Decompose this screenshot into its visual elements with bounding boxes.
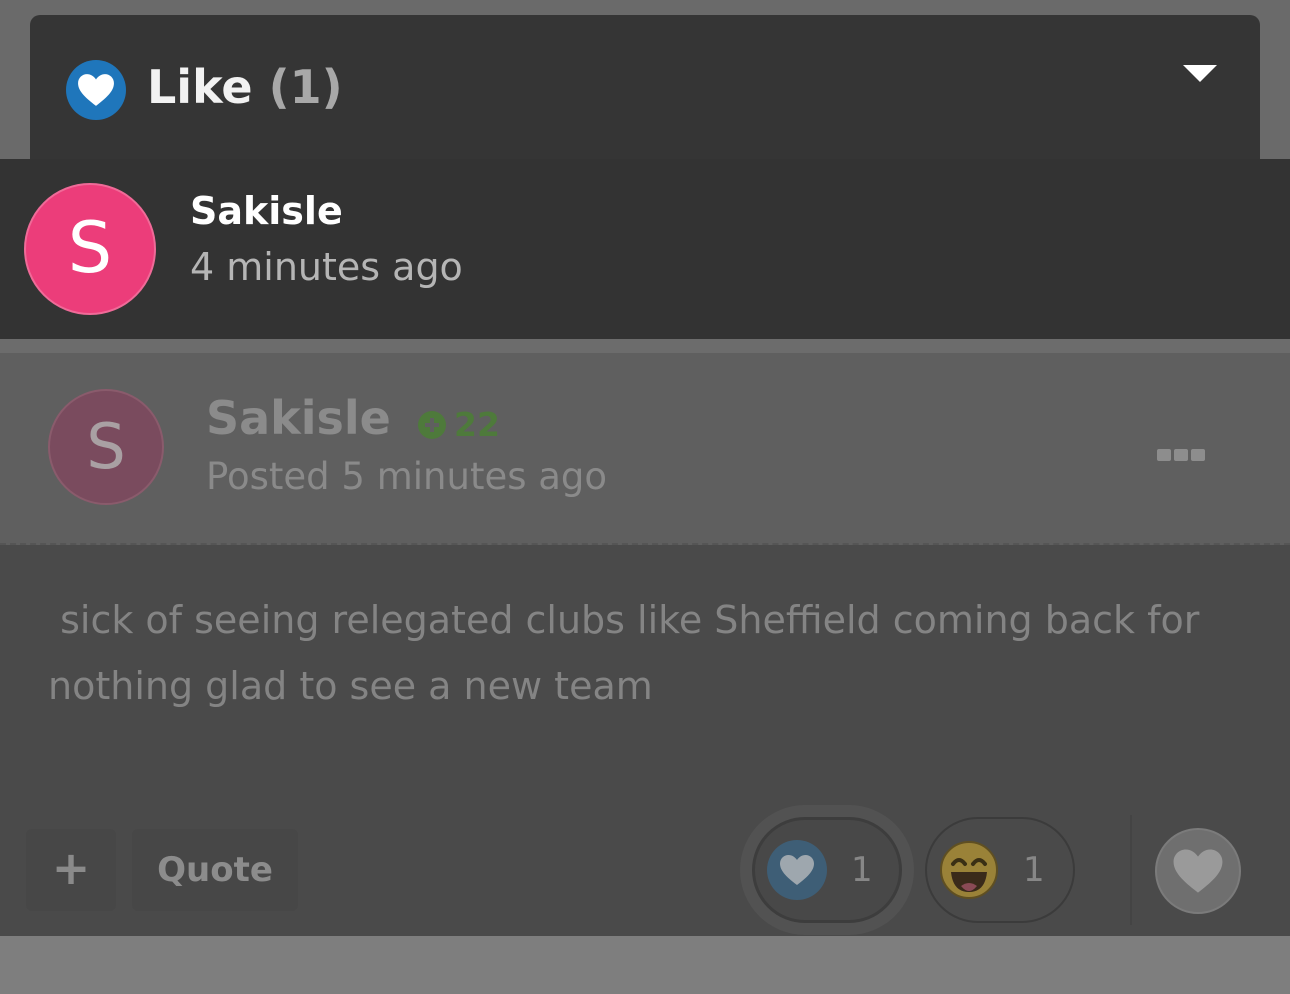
heart-icon: [767, 840, 827, 900]
quote-button[interactable]: Quote: [132, 829, 298, 911]
like-icon: [66, 60, 126, 120]
footer-band: [0, 936, 1290, 994]
more-options-button[interactable]: [1157, 449, 1205, 461]
heart-icon: [1173, 849, 1223, 893]
separator: [0, 339, 1290, 353]
reaction-like-count: 1: [851, 850, 873, 890]
reaction-user-row[interactable]: S Sakisle 4 minutes ago: [0, 159, 1290, 339]
post-body: sick of seeing relegated clubs like Shef…: [0, 545, 1290, 936]
dot: [1191, 449, 1205, 461]
plus-circle-icon: [418, 410, 446, 439]
reaction-time: 4 minutes ago: [190, 245, 463, 289]
multiquote-button[interactable]: +: [26, 829, 116, 911]
reactions-popup-header: Like (1): [30, 15, 1260, 165]
post-author-name[interactable]: Sakisle: [206, 391, 391, 445]
reputation-badge: 22: [418, 405, 500, 444]
dot: [1174, 449, 1188, 461]
reputation-count: 22: [454, 405, 500, 444]
laugh-icon: [939, 840, 999, 900]
reaction-like[interactable]: 1: [752, 817, 902, 923]
reaction-haha[interactable]: 1: [925, 817, 1075, 923]
post-timestamp: Posted 5 minutes ago: [206, 455, 608, 498]
avatar[interactable]: S: [24, 183, 156, 315]
react-button[interactable]: [1155, 828, 1241, 914]
popup-title: Like (1): [147, 60, 343, 114]
post-author-avatar[interactable]: S: [48, 389, 164, 505]
user-name[interactable]: Sakisle: [190, 189, 343, 233]
post-header: S Sakisle 22 Posted 5 minutes ago: [0, 353, 1290, 545]
reaction-total: (1): [268, 60, 343, 114]
divider: [1130, 815, 1132, 925]
chevron-down-icon[interactable]: [1183, 65, 1217, 82]
post-content: sick of seeing relegated clubs like Shef…: [48, 598, 1200, 708]
reaction-name: Like: [147, 60, 253, 114]
reaction-haha-count: 1: [1023, 850, 1045, 890]
dot: [1157, 449, 1171, 461]
